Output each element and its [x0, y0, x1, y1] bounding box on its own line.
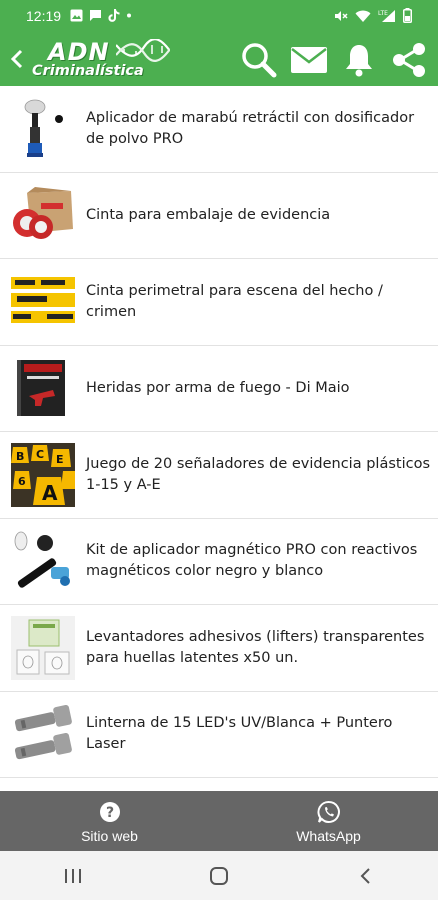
bottom-action-bar: ? Sitio web WhatsApp — [0, 791, 438, 851]
mail-button[interactable] — [284, 40, 334, 80]
share-button[interactable] — [384, 40, 434, 80]
lte-signal-icon: LTE — [378, 9, 395, 22]
brush-applicator-image — [24, 99, 63, 157]
perimeter-tape-image — [11, 276, 75, 323]
help-icon: ? — [99, 801, 120, 822]
dna-helix-icon — [116, 39, 170, 62]
status-bar: 12:19 LTE — [0, 0, 438, 34]
chevron-left-icon — [11, 49, 23, 69]
list-item[interactable]: Heridas por arma de fuego - Di Maio — [0, 346, 438, 432]
mail-icon — [291, 47, 327, 73]
whatsapp-label: WhatsApp — [296, 827, 361, 844]
product-thumbnail — [10, 355, 76, 421]
flashlights-image — [14, 705, 72, 760]
recent-apps-icon — [65, 868, 81, 883]
product-title: Cinta perimetral para escena del hecho /… — [86, 282, 383, 320]
list-item[interactable]: Kit de aplicador magnético PRO con react… — [0, 519, 438, 605]
product-thumbnail — [10, 528, 76, 594]
svg-text:C: C — [36, 448, 44, 461]
dot-icon — [127, 13, 131, 18]
product-thumbnail — [10, 96, 76, 162]
mute-icon — [335, 10, 348, 21]
product-title: Cinta para embalaje de evidencia — [86, 206, 331, 223]
list-item[interactable]: Aplicador de marabú retráctil con dosifi… — [0, 86, 438, 173]
svg-text:A: A — [42, 481, 58, 505]
message-icon — [90, 10, 101, 21]
search-icon — [242, 43, 277, 78]
whatsapp-button[interactable]: WhatsApp — [219, 791, 438, 851]
status-time: 12:19 — [26, 8, 62, 24]
back-nav-button[interactable] — [325, 856, 405, 896]
product-title: Aplicador de marabú retráctil con dosifi… — [86, 109, 415, 147]
list-item[interactable]: Cinta para embalaje de evidencia — [0, 173, 438, 259]
product-thumbnail — [10, 615, 76, 681]
whatsapp-icon — [317, 800, 340, 823]
back-arrow-icon — [360, 867, 370, 884]
evidence-markers-image: B C E 6 A — [11, 442, 75, 507]
list-item[interactable]: Cinta perimetral para escena del hecho /… — [0, 259, 438, 346]
evidence-tape-image — [13, 187, 73, 240]
product-title: Linterna de 15 LED's UV/Blanca + Puntero… — [86, 715, 393, 753]
product-thumbnail — [10, 182, 76, 248]
tiktok-icon — [108, 9, 120, 22]
bell-icon — [346, 45, 372, 77]
product-title: Levantadores adhesivos (lifters) transpa… — [86, 628, 425, 666]
search-button[interactable] — [234, 40, 284, 80]
magnetic-kit-image — [14, 531, 70, 588]
recent-apps-button[interactable] — [33, 856, 113, 896]
system-navigation-bar — [0, 851, 438, 900]
app-bar-actions — [234, 40, 434, 80]
notifications-button[interactable] — [334, 40, 384, 80]
app-logo[interactable]: ADN Criminalística — [30, 38, 172, 82]
svg-text:6: 6 — [18, 475, 26, 488]
product-title: Juego de 20 señaladores de evidencia plá… — [86, 455, 430, 493]
share-icon — [393, 43, 425, 77]
home-button[interactable] — [179, 856, 259, 896]
book-image — [17, 360, 65, 417]
back-button[interactable] — [6, 44, 28, 74]
website-label: Sitio web — [81, 827, 138, 844]
product-thumbnail — [10, 269, 76, 335]
logo-text-criminalistica: Criminalística — [32, 63, 144, 79]
svg-text:B: B — [16, 450, 24, 463]
product-title: Kit de aplicador magnético PRO con react… — [86, 542, 418, 580]
app-bar: ADN Criminalística — [0, 34, 438, 86]
wifi-icon — [355, 10, 371, 22]
status-notification-icons — [70, 9, 132, 22]
logo-text-adn: ADN — [48, 38, 110, 66]
svg-text:LTE: LTE — [378, 10, 388, 17]
list-item[interactable]: B C E 6 A Juego de 20 señaladores de evi… — [0, 432, 438, 519]
status-system-icons: LTE — [334, 8, 412, 23]
product-title: Heridas por arma de fuego - Di Maio — [86, 379, 350, 396]
list-item[interactable]: Levantadores adhesivos (lifters) transpa… — [0, 605, 438, 692]
svg-text:E: E — [56, 453, 64, 466]
home-icon — [210, 866, 228, 885]
lifters-image — [11, 615, 75, 680]
svg-text:?: ? — [105, 805, 113, 821]
website-button[interactable]: ? Sitio web — [0, 791, 219, 851]
list-item[interactable]: Linterna de 15 LED's UV/Blanca + Puntero… — [0, 692, 438, 778]
picture-icon — [70, 9, 83, 22]
product-thumbnail — [10, 701, 76, 767]
product-list: Aplicador de marabú retráctil con dosifi… — [0, 86, 438, 791]
product-thumbnail: B C E 6 A — [10, 442, 76, 508]
battery-icon — [403, 8, 412, 23]
